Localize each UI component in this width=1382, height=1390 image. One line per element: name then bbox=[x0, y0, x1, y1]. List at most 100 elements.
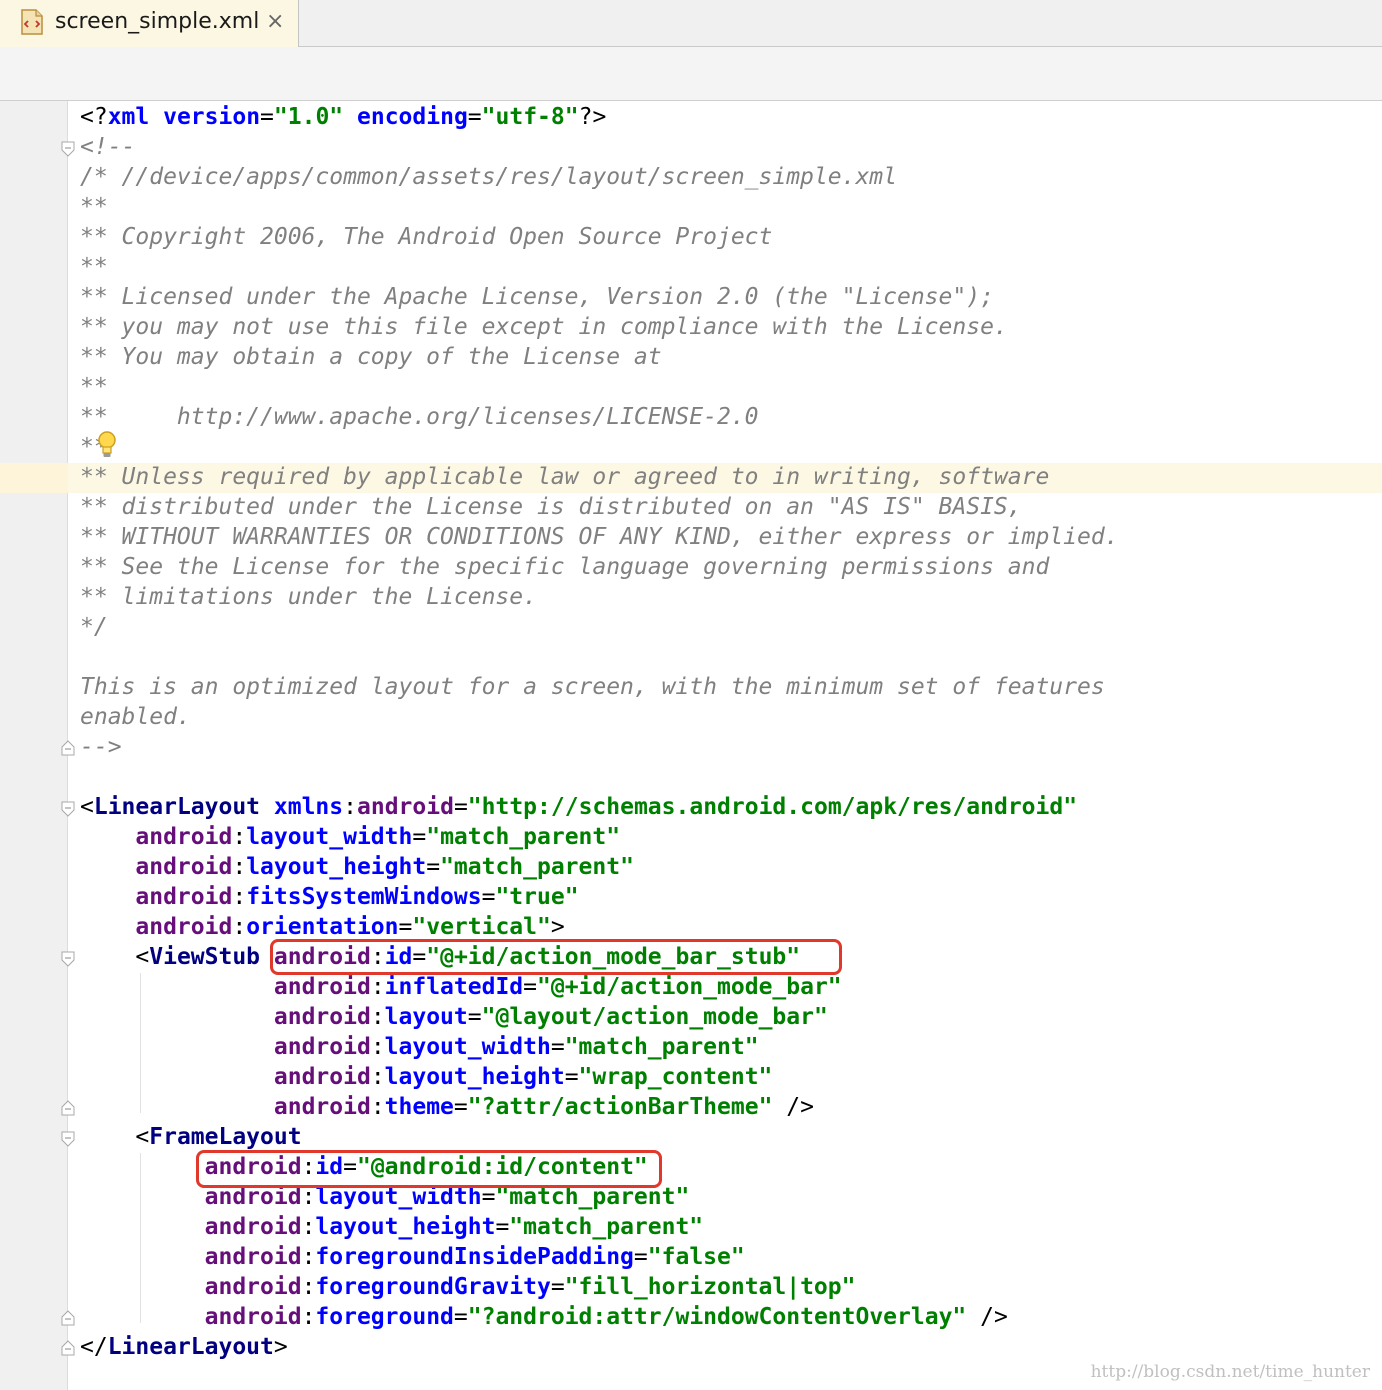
code-line[interactable]: ** bbox=[80, 252, 1119, 282]
code-token: ViewStub bbox=[149, 944, 261, 970]
code-token: ** you may not use this file except in c… bbox=[80, 314, 1008, 340]
code-token: "@+id/action_mode_bar" bbox=[537, 974, 842, 1000]
code-line[interactable]: ** Copyright 2006, The Android Open Sour… bbox=[80, 222, 1119, 252]
fold-end-icon[interactable] bbox=[60, 740, 76, 756]
code-token: > bbox=[550, 914, 565, 940]
code-line[interactable]: android:inflatedId="@+id/action_mode_bar… bbox=[80, 972, 1119, 1002]
code-line[interactable]: ** Licensed under the Apache License, Ve… bbox=[80, 282, 1119, 312]
fold-end-icon[interactable] bbox=[60, 1310, 76, 1326]
code-line[interactable]: ** bbox=[80, 192, 1119, 222]
fold-open-icon[interactable] bbox=[60, 951, 76, 967]
code-line[interactable]: android:orientation="vertical"> bbox=[80, 912, 1119, 942]
code-line[interactable]: android:foregroundInsidePadding="false" bbox=[80, 1242, 1119, 1272]
code-token: "match_parent" bbox=[440, 854, 634, 880]
code-token: > bbox=[273, 1334, 288, 1360]
code-line[interactable]: This is an optimized layout for a screen… bbox=[80, 672, 1119, 702]
code-token: foregroundInsidePadding bbox=[315, 1244, 634, 1270]
code-line[interactable]: android:layout_width="match_parent" bbox=[80, 1032, 1119, 1062]
code-line[interactable]: android:fitsSystemWindows="true" bbox=[80, 882, 1119, 912]
breadcrumb-toolbar bbox=[0, 47, 1382, 101]
code-token: ** Unless required by applicable law or … bbox=[80, 464, 1050, 490]
code-line[interactable]: <LinearLayout xmlns:android="http://sche… bbox=[80, 792, 1119, 822]
code-line[interactable]: android:theme="?attr/actionBarTheme" /> bbox=[80, 1092, 1119, 1122]
code-line[interactable]: ** http://www.apache.org/licenses/LICENS… bbox=[80, 402, 1119, 432]
code-token: layout_width bbox=[246, 824, 413, 850]
code-token: "match_parent" bbox=[509, 1214, 704, 1240]
code-line[interactable]: ** distributed under the License is dist… bbox=[80, 492, 1119, 522]
code-line[interactable]: enabled. bbox=[80, 702, 1119, 732]
code-token: ** http://www.apache.org/licenses/LICENS… bbox=[80, 404, 759, 430]
code-token: android bbox=[204, 1214, 302, 1240]
code-line[interactable]: ** bbox=[80, 372, 1119, 402]
code-token: : bbox=[232, 824, 247, 850]
code-token: fitsSystemWindows bbox=[246, 884, 482, 910]
code-token: = bbox=[467, 1004, 482, 1030]
code-line[interactable]: /* //device/apps/common/assets/res/layou… bbox=[80, 162, 1119, 192]
code-line[interactable] bbox=[80, 762, 1119, 792]
code-line[interactable]: <?xml version="1.0" encoding="utf-8"?> bbox=[80, 102, 1119, 132]
code-editor[interactable]: <?xml version="1.0" encoding="utf-8"?> <!… bbox=[0, 101, 1382, 1390]
code-token: xml bbox=[107, 104, 150, 130]
code-line[interactable]: android:layout_height="match_parent" bbox=[80, 852, 1119, 882]
code-token: : bbox=[232, 914, 247, 940]
fold-open-icon[interactable] bbox=[60, 1131, 76, 1147]
code-token: android bbox=[273, 1004, 371, 1030]
code-token: encoding bbox=[357, 104, 468, 130]
code-token: = bbox=[467, 104, 482, 130]
fold-end-icon[interactable] bbox=[60, 1100, 76, 1116]
code-token: */ bbox=[80, 614, 108, 640]
code-token: "utf-8" bbox=[481, 104, 579, 130]
code-line[interactable]: android:foreground="?android:attr/window… bbox=[80, 1302, 1119, 1332]
code-line[interactable] bbox=[80, 642, 1119, 672]
code-token: version bbox=[163, 104, 261, 130]
code-token: = bbox=[453, 1304, 468, 1330]
code-token: android bbox=[204, 1274, 302, 1300]
code-line[interactable]: --> bbox=[80, 732, 1119, 762]
code-token: "1.0" bbox=[273, 104, 344, 130]
lightbulb-icon[interactable] bbox=[96, 430, 118, 460]
fold-end-icon[interactable] bbox=[60, 1340, 76, 1356]
code-token: : bbox=[370, 1034, 385, 1060]
code-line[interactable]: ** You may obtain a copy of the License … bbox=[80, 342, 1119, 372]
code-line[interactable]: ** you may not use this file except in c… bbox=[80, 312, 1119, 342]
code-token: : bbox=[370, 1064, 385, 1090]
code-token: LinearLayout bbox=[93, 794, 261, 820]
code-token: layout_height bbox=[384, 1064, 565, 1090]
code-line[interactable]: android:foregroundGravity="fill_horizont… bbox=[80, 1272, 1119, 1302]
code-line[interactable]: ** bbox=[80, 432, 1119, 462]
code-line[interactable]: ** limitations under the License. bbox=[80, 582, 1119, 612]
code-token: "false" bbox=[647, 1244, 745, 1270]
code-token: </ bbox=[80, 1334, 108, 1360]
code-line[interactable]: android:layout_height="match_parent" bbox=[80, 1212, 1119, 1242]
code-line[interactable]: </LinearLayout> bbox=[80, 1332, 1119, 1362]
code-line[interactable]: android:layout_width="match_parent" bbox=[80, 822, 1119, 852]
code-token: android bbox=[273, 1094, 371, 1120]
fold-open-icon[interactable] bbox=[60, 801, 76, 817]
code-token: foregroundGravity bbox=[315, 1274, 551, 1300]
code-token: = bbox=[412, 824, 427, 850]
code-line[interactable]: ** WITHOUT WARRANTIES OR CONDITIONS OF A… bbox=[80, 522, 1119, 552]
code-line[interactable]: ** Unless required by applicable law or … bbox=[80, 462, 1119, 492]
code-token: layout_width bbox=[384, 1034, 551, 1060]
code-line[interactable]: <FrameLayout bbox=[80, 1122, 1119, 1152]
code-line[interactable]: ** See the License for the specific lang… bbox=[80, 552, 1119, 582]
code-token: android bbox=[135, 914, 233, 940]
code-line[interactable]: android:layout_height="wrap_content" bbox=[80, 1062, 1119, 1092]
code-token: android bbox=[273, 1034, 371, 1060]
code-token: ** bbox=[80, 254, 108, 280]
fold-open-icon[interactable] bbox=[60, 141, 76, 157]
close-icon[interactable]: × bbox=[266, 9, 284, 34]
code-token: enabled. bbox=[80, 704, 191, 730]
code-token: android bbox=[135, 824, 233, 850]
code-line[interactable]: */ bbox=[80, 612, 1119, 642]
code-line[interactable]: android:layout="@layout/action_mode_bar" bbox=[80, 1002, 1119, 1032]
code-line[interactable]: <!-- bbox=[80, 132, 1119, 162]
code-token: LinearLayout bbox=[107, 1334, 274, 1360]
tab-screen-simple-xml[interactable]: screen_simple.xml × bbox=[0, 0, 299, 47]
